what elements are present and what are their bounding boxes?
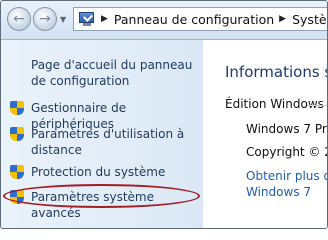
task-remote-settings[interactable]: Paramètres d'utilisation à distance	[9, 126, 196, 158]
windows-edition-header: Édition Windows	[225, 97, 324, 111]
task-label: Paramètres d'utilisation à distance	[31, 127, 185, 157]
breadcrumb-system-security[interactable]: Système et	[292, 12, 327, 27]
back-arrow-icon: ←	[13, 11, 25, 27]
control-panel-icon	[78, 11, 96, 27]
address-bar[interactable]: ▶ Panneau de configuration ▶ Système et	[73, 7, 327, 31]
chevron-down-icon: ▼	[60, 15, 67, 24]
control-panel-home-link[interactable]: Page d'accueil du panneau de configurati…	[31, 57, 196, 89]
section-divider	[307, 105, 327, 106]
control-panel-window: ← → ▼ ▶ Panneau de configuration ▶ Systè…	[0, 0, 328, 229]
forward-button[interactable]: →	[33, 7, 57, 31]
task-advanced-system-settings[interactable]: Paramètres système avancés	[9, 189, 196, 221]
navigation-bar: ← → ▼ ▶ Panneau de configuration ▶ Systè…	[1, 1, 327, 40]
link-line-2: Windows 7	[246, 185, 312, 199]
breadcrumb-control-panel[interactable]: Panneau de configuration	[114, 12, 274, 27]
breadcrumb-separator-icon[interactable]: ▶	[101, 14, 108, 24]
task-system-protection[interactable]: Protection du système	[9, 164, 196, 181]
uac-shield-icon	[9, 164, 25, 181]
task-label: Paramètres système avancés	[31, 190, 154, 220]
system-info-panel: Informations sy Édition Windows Windows …	[203, 40, 327, 228]
back-button[interactable]: ←	[7, 7, 31, 31]
link-line-1: Obtenir plus de	[246, 169, 327, 183]
uac-shield-icon	[9, 126, 25, 143]
copyright-text: Copyright © 20	[246, 145, 327, 159]
windows-edition-value: Windows 7 Profe	[246, 122, 327, 136]
task-pane: Page d'accueil du panneau de configurati…	[1, 40, 203, 228]
more-features-link[interactable]: Obtenir plus de Windows 7	[246, 168, 327, 200]
uac-shield-icon	[9, 100, 25, 117]
history-dropdown-button[interactable]: ▼	[60, 15, 69, 25]
breadcrumb-separator-icon[interactable]: ▶	[279, 14, 286, 24]
forward-arrow-icon: →	[39, 11, 51, 27]
task-label: Protection du système	[31, 165, 166, 179]
uac-shield-icon	[9, 189, 25, 206]
page-title: Informations sy	[225, 63, 327, 81]
